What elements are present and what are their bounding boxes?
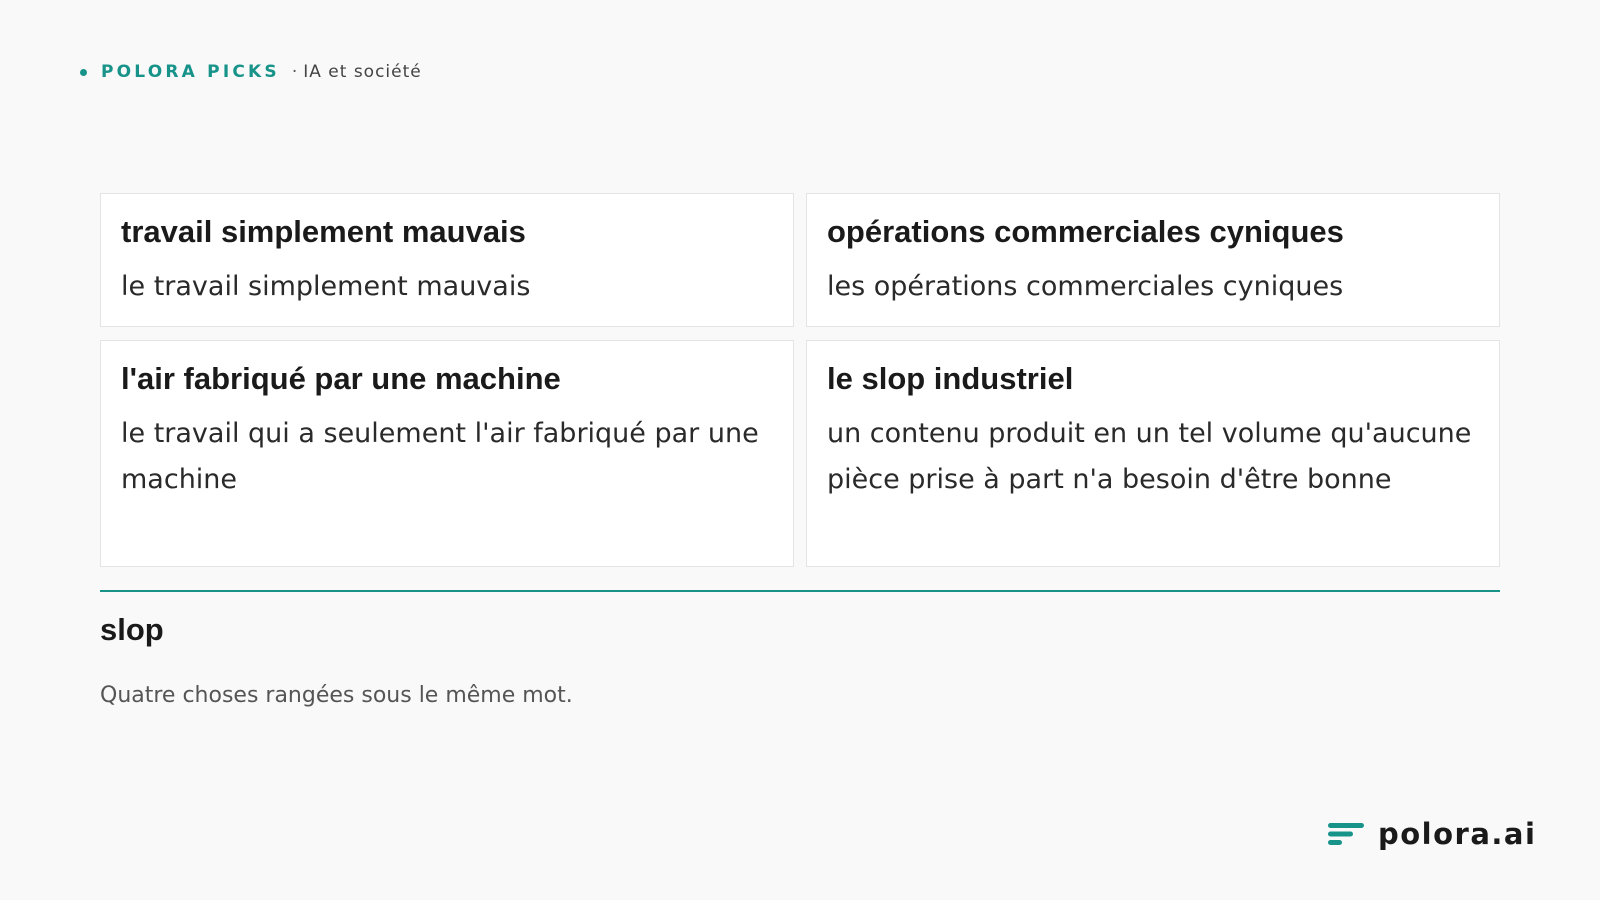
header: POLORA PICKS · IA et société — [80, 60, 422, 84]
topic-label: IA et société — [303, 62, 422, 82]
card-title: opérations commerciales cyniques — [827, 214, 1344, 249]
bullet-dot-icon — [80, 68, 87, 76]
logo-text: polora.ai — [1378, 817, 1537, 851]
accent-divider — [100, 590, 1500, 592]
card-title: l'air fabriqué par une machine — [121, 361, 561, 396]
polora-logo: polora.ai — [1328, 817, 1536, 851]
definition-card: opérations commerciales cyniques les opé… — [806, 193, 1500, 327]
polora-logo-icon — [1328, 823, 1364, 845]
card-title: travail simplement mauvais — [121, 214, 526, 249]
summary-term: slop — [100, 612, 164, 647]
header-separator: · — [291, 62, 298, 82]
card-description: le travail simplement mauvais — [121, 271, 531, 302]
card-description: les opérations commerciales cyniques — [827, 271, 1344, 302]
card-description: le travail qui a seulement l'air fabriqu… — [121, 418, 759, 495]
definition-card: le slop industriel un contenu produit en… — [806, 340, 1500, 567]
card-description: un contenu produit en un tel volume qu'a… — [827, 418, 1472, 495]
summary-caption: Quatre choses rangées sous le même mot. — [100, 683, 573, 708]
definition-card: travail simplement mauvais le travail si… — [100, 193, 794, 327]
card-title: le slop industriel — [827, 361, 1074, 396]
brand-label: POLORA PICKS — [101, 62, 280, 82]
definition-grid: travail simplement mauvais le travail si… — [100, 193, 1500, 567]
definition-card: l'air fabriqué par une machine le travai… — [100, 340, 794, 567]
